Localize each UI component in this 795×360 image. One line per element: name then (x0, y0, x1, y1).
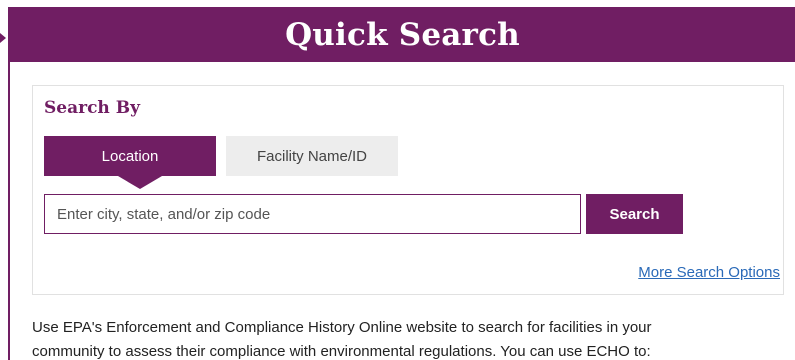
page-title: Quick Search (285, 16, 520, 53)
search-box: Search By Location Facility Name/ID Sear… (32, 85, 784, 295)
intro-line-1: Use EPA's Enforcement and Compliance His… (32, 319, 652, 336)
tab-location-label: Location (101, 147, 159, 165)
tab-facility-label: Facility Name/ID (256, 147, 368, 165)
tab-facility-name-id[interactable]: Facility Name/ID (226, 136, 398, 176)
active-tab-pointer (118, 176, 162, 189)
location-search-input[interactable] (44, 194, 581, 234)
panel-edge-marker (0, 33, 6, 43)
intro-text: Use EPA's Enforcement and Compliance His… (32, 316, 787, 360)
search-by-heading: Search By (44, 98, 140, 118)
search-button[interactable]: Search (586, 194, 683, 234)
more-search-options-link[interactable]: More Search Options (638, 264, 780, 281)
quick-search-panel: Quick Search Search By Location Facility… (8, 7, 795, 360)
tab-location[interactable]: Location (44, 136, 216, 189)
panel-header: Quick Search (10, 7, 795, 62)
intro-line-2: community to assess their compliance wit… (32, 343, 651, 360)
